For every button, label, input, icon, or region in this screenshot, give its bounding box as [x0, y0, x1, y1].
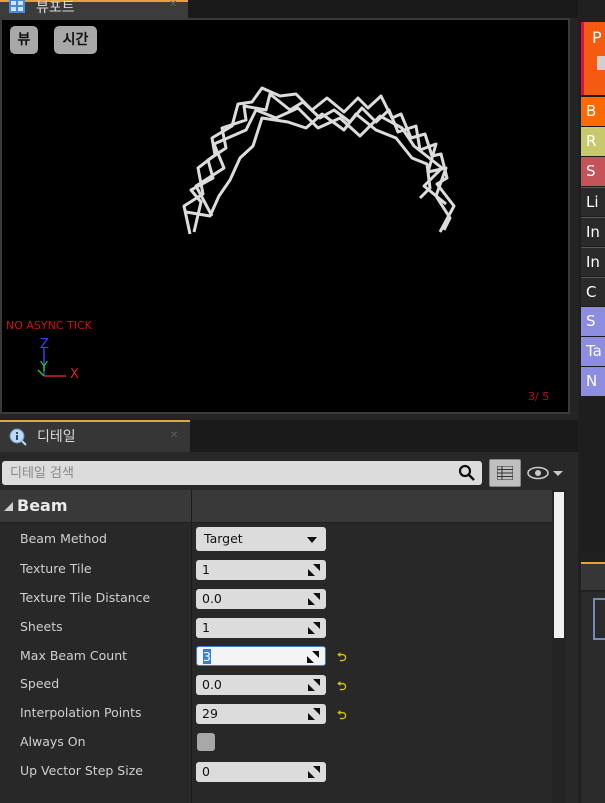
module-label: In: [586, 253, 600, 271]
field-value: 0.0: [202, 677, 222, 692]
field-value: 0.0: [202, 591, 222, 606]
property-label: Interpolation Points: [20, 705, 142, 720]
curve-editor-tab[interactable]: [581, 562, 605, 590]
drag-handle-icon[interactable]: [308, 564, 320, 576]
tab-details[interactable]: 디테일 ✕: [0, 420, 190, 452]
texture-tile-distance-input[interactable]: 0.0: [196, 589, 326, 609]
property-label: Speed: [20, 676, 60, 691]
module-label: R: [586, 132, 597, 150]
field-value: 0: [202, 764, 210, 779]
interpolation-points-input[interactable]: 29: [196, 704, 326, 724]
property-label: Texture Tile Distance: [20, 590, 151, 605]
chevron-down-icon: [307, 537, 317, 543]
module-label: Ta: [586, 342, 602, 360]
emitter-header[interactable]: P: [581, 22, 605, 95]
property-label: Beam Method: [20, 531, 107, 546]
category-label: Beam: [17, 496, 68, 515]
drag-handle-icon[interactable]: [307, 651, 319, 663]
axis-gizmo: [37, 348, 66, 377]
property-label: Texture Tile: [20, 561, 92, 576]
curve-track-thumbnail[interactable]: [593, 598, 605, 640]
search-icon[interactable]: [458, 464, 476, 482]
module-label: In: [586, 223, 600, 241]
field-value: 3: [203, 649, 211, 664]
module-label: S: [586, 162, 596, 180]
frame-counter: 3/ 5: [528, 390, 550, 403]
module-item[interactable]: B: [581, 97, 605, 126]
module-item[interactable]: In: [581, 247, 605, 276]
field-value: 1: [202, 562, 210, 577]
viewport-tab-title: 뷰포트: [36, 0, 75, 16]
reset-to-default-icon[interactable]: ⮌: [337, 706, 347, 727]
module-item[interactable]: S: [581, 157, 605, 186]
details-search-box: [2, 461, 482, 485]
property-matrix-button[interactable]: [489, 459, 521, 487]
module-label: N: [586, 372, 598, 390]
module-item[interactable]: Li: [581, 187, 605, 216]
column-divider[interactable]: [191, 490, 192, 803]
info-icon: [9, 428, 27, 446]
details-search-input[interactable]: [2, 461, 460, 485]
field-value: 29: [202, 706, 218, 721]
module-item[interactable]: R: [581, 127, 605, 156]
property-label: Max Beam Count: [20, 648, 128, 663]
close-icon[interactable]: ✕: [169, 0, 177, 10]
module-label: B: [586, 102, 597, 120]
module-item[interactable]: S: [581, 307, 605, 336]
reset-to-default-icon[interactable]: ⮌: [337, 648, 347, 669]
module-item[interactable]: N: [581, 367, 605, 396]
async-tick-warning: NO ASYNC TICK: [6, 319, 92, 332]
module-label: C: [586, 283, 597, 301]
collapse-triangle-icon[interactable]: [4, 502, 13, 511]
drag-handle-icon[interactable]: [308, 679, 320, 691]
module-label: S: [586, 312, 596, 330]
property-label: Sheets: [20, 619, 63, 634]
drag-handle-icon[interactable]: [308, 593, 320, 605]
property-label: Always On: [20, 734, 86, 749]
module-label: Li: [586, 193, 599, 211]
up-vector-step-size-input[interactable]: 0: [196, 762, 326, 782]
drag-handle-icon[interactable]: [308, 708, 320, 720]
reset-to-default-icon[interactable]: ⮌: [337, 677, 347, 698]
max-beam-count-input[interactable]: 3: [196, 646, 326, 666]
field-value: 1: [202, 620, 210, 635]
module-item[interactable]: In: [581, 217, 605, 246]
drag-handle-icon[interactable]: [308, 766, 320, 778]
details-tab-title: 디테일: [37, 429, 76, 445]
grid-icon: [497, 466, 513, 480]
visibility-eye-icon[interactable]: [527, 465, 565, 481]
close-icon[interactable]: ✕: [170, 430, 178, 441]
speed-input[interactable]: 0.0: [196, 675, 326, 695]
module-item[interactable]: C: [581, 277, 605, 306]
drag-handle-icon[interactable]: [308, 622, 320, 634]
viewport-icon: [9, 0, 25, 13]
dropdown-value: Target: [204, 531, 243, 546]
beam-method-dropdown[interactable]: Target: [196, 527, 326, 551]
axis-z-label: Z: [40, 337, 49, 352]
scrollbar-thumb[interactable]: [554, 492, 564, 638]
emitter-enable-checkbox[interactable]: [597, 56, 605, 70]
sheets-input[interactable]: 1: [196, 618, 326, 638]
tab-viewport[interactable]: 뷰포트 ✕: [0, 0, 188, 18]
always-on-checkbox[interactable]: [197, 733, 215, 751]
texture-tile-input[interactable]: 1: [196, 560, 326, 580]
axis-y-label: Y: [40, 360, 48, 375]
category-header-beam[interactable]: [0, 490, 552, 523]
emitter-header-label: P: [592, 28, 602, 47]
property-label: Up Vector Step Size: [20, 763, 143, 778]
module-item[interactable]: Ta: [581, 337, 605, 366]
axis-x-label: X: [70, 367, 79, 382]
